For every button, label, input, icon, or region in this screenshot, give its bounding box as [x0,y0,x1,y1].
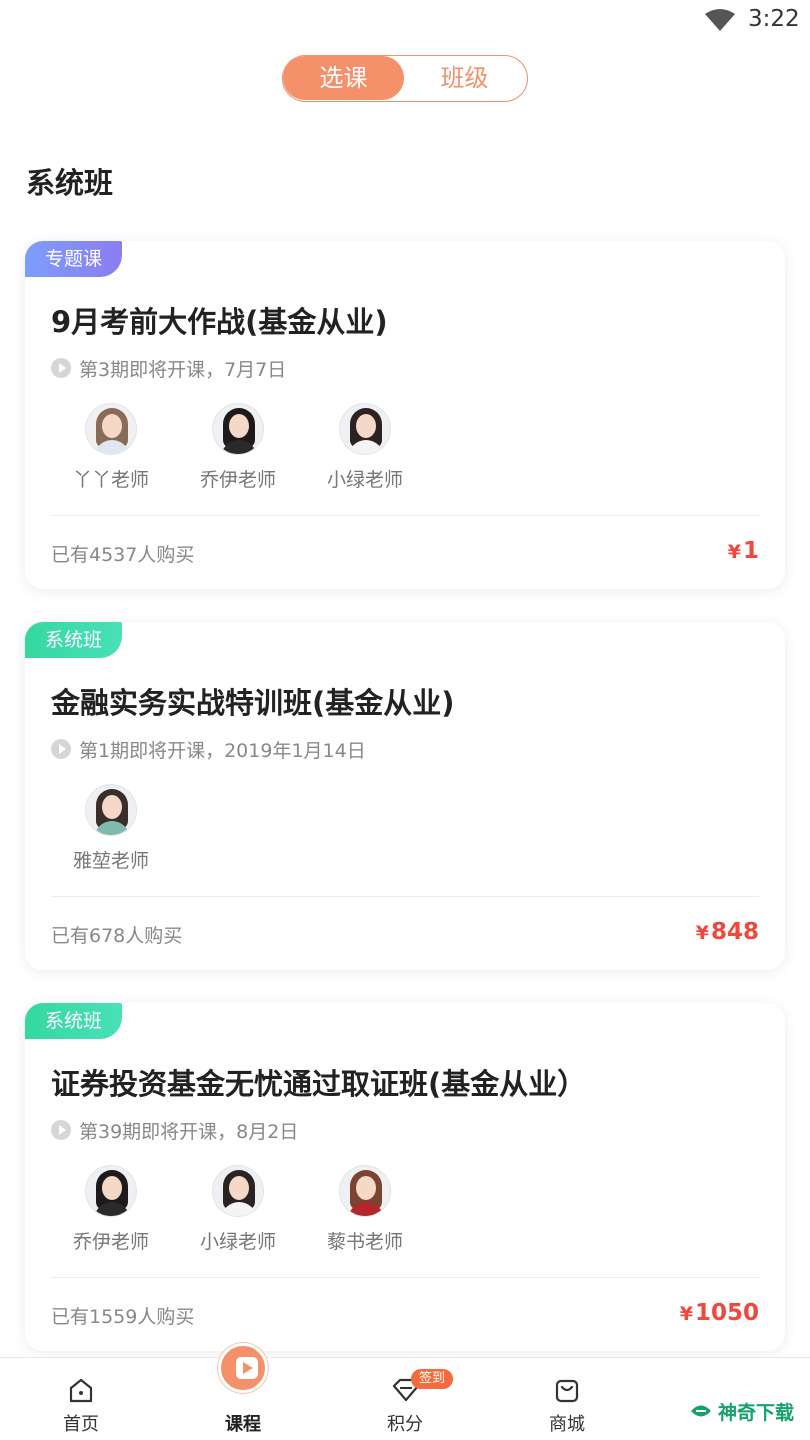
tab-mall[interactable]: 商城 [507,1358,627,1440]
section-title: 系统班 [26,166,114,200]
course-price: ¥848 [696,919,759,945]
course-price: ¥1 [728,538,759,564]
wifi-icon [705,9,735,31]
checkin-badge[interactable]: 签到 [411,1369,454,1389]
play-circle-icon [51,358,71,378]
clock: 3:22 [748,6,800,32]
watermark-logo: 神奇下载 [688,1394,794,1428]
home-icon [69,1378,93,1403]
teacher-item: 乔伊老师 [51,1165,171,1254]
teacher-name: 藜书老师 [326,1231,403,1253]
teacher-avatar [212,1165,264,1217]
course-tag: 系统班 [25,622,122,658]
teacher-name: 雅堃老师 [72,850,149,872]
teacher-name: 乔伊老师 [199,469,276,491]
course-title: 证券投资基金无忧通过取证班(基金从业） [51,1067,587,1101]
course-title: 金融实务实战特训班(基金从业) [51,686,455,720]
status-bar: 3:22 [0,0,810,44]
currency-symbol: ¥ [727,541,741,563]
course-title: 9月考前大作战(基金从业) [51,305,388,339]
divider [51,896,759,897]
tab-home[interactable]: 首页 [21,1358,141,1440]
schedule-text: 第1期即将开课，2019年1月14日 [79,739,366,762]
teacher-name: 小绿老师 [199,1231,276,1253]
currency-symbol: ¥ [695,922,709,944]
teacher-avatar [339,1165,391,1217]
course-card[interactable]: 系统班 证券投资基金无忧通过取证班(基金从业） 第39期即将开课，8月2日 乔伊… [25,1003,785,1351]
currency-symbol: ¥ [679,1303,693,1325]
tab-course[interactable]: 课程 [183,1343,303,1440]
course-tag: 专题课 [25,241,122,277]
price-value: 1 [742,538,759,564]
teacher-item: 小绿老师 [305,403,425,492]
teacher-item: 乔伊老师 [178,403,298,492]
price-value: 848 [710,919,759,945]
teacher-name: 乔伊老师 [72,1231,149,1253]
play-circle-icon [51,739,71,759]
teacher-avatar [85,1165,137,1217]
teacher-name: 小绿老师 [326,469,403,491]
divider [51,515,759,516]
teacher-avatar [85,403,137,455]
schedule-text: 第3期即将开课，7月7日 [79,358,287,381]
teacher-item: 藜书老师 [305,1165,425,1254]
watermark-text: 神奇下载 [718,1401,795,1424]
play-circle-icon [51,1120,71,1140]
bag-icon [555,1379,579,1403]
buyer-count: 已有4537人购买 [51,544,195,566]
tab-points[interactable]: 签到 积分 [345,1358,465,1440]
teacher-item: 雅堃老师 [51,784,171,873]
course-schedule: 第1期即将开课，2019年1月14日 [51,735,366,763]
buyer-count: 已有1559人购买 [51,1306,195,1328]
course-card[interactable]: 专题课 9月考前大作战(基金从业) 第3期即将开课，7月7日 丫丫老师 乔伊老师… [25,241,785,589]
teacher-avatar [339,403,391,455]
tab-label: 积分 [387,1414,423,1435]
tab-label: 首页 [63,1414,99,1435]
tab-class[interactable]: 班级 [404,56,525,100]
price-value: 1050 [694,1300,759,1326]
teacher-avatar [85,784,137,836]
tab-select-course[interactable]: 选课 [283,56,404,100]
course-price: ¥1050 [680,1300,759,1326]
divider [51,1277,759,1278]
teacher-name: 丫丫老师 [72,469,149,491]
course-tag: 系统班 [25,1003,122,1039]
schedule-text: 第39期即将开课，8月2日 [79,1120,299,1143]
teacher-item: 小绿老师 [178,1165,298,1254]
tab-label: 商城 [549,1414,585,1435]
buyer-count: 已有678人购买 [51,925,183,947]
course-class-switch: 选课 班级 [282,55,528,102]
teacher-avatar [212,403,264,455]
course-schedule: 第39期即将开课，8月2日 [51,1116,298,1144]
play-icon [218,1343,268,1393]
course-card[interactable]: 系统班 金融实务实战特训班(基金从业) 第1期即将开课，2019年1月14日 雅… [25,622,785,970]
course-schedule: 第3期即将开课，7月7日 [51,354,286,382]
teacher-item: 丫丫老师 [51,403,171,492]
leaf-icon [691,1405,711,1417]
tab-label: 课程 [225,1414,261,1435]
